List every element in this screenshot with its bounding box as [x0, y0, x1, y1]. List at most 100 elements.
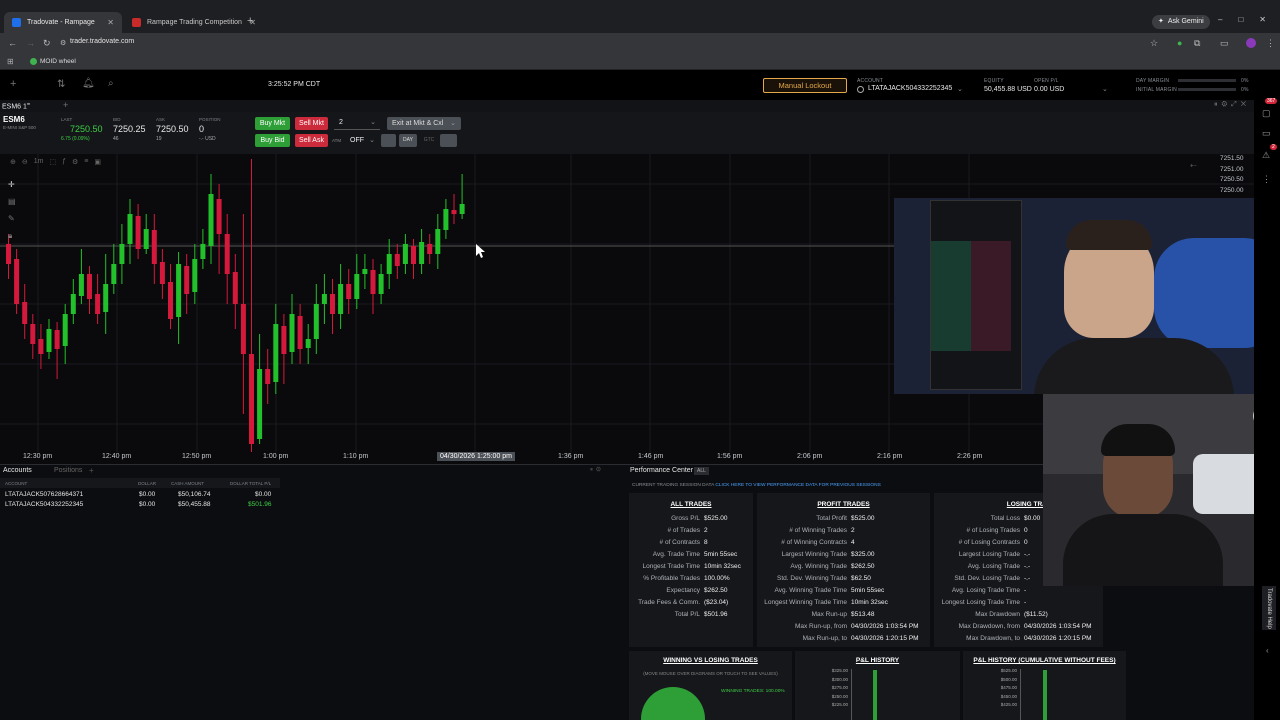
interval-select[interactable]: 1m — [34, 158, 44, 166]
bars-icon[interactable]: ≡ — [84, 158, 88, 166]
exit-at-mkt-cxl-button[interactable]: Exit at Mkt & Cxl ⌄ — [387, 117, 461, 130]
candle-body[interactable] — [103, 284, 109, 312]
col-dollar-total-pl[interactable]: DOLLAR TOTAL P/L — [230, 481, 271, 486]
candle-body[interactable] — [78, 274, 84, 296]
candle-body[interactable] — [176, 264, 182, 317]
bookmark-moid-wheel[interactable]: MOID wheel — [40, 58, 76, 65]
notification-badge[interactable]: 367 — [1265, 98, 1278, 104]
maximize-icon[interactable]: □ — [1238, 15, 1243, 24]
candle-body[interactable] — [119, 244, 125, 264]
candle-body[interactable] — [240, 304, 246, 354]
url-field[interactable]: trader.tradovate.com — [70, 38, 134, 45]
account-cell[interactable]: LTATAJACK507628664371 — [5, 491, 83, 498]
scroll-to-realtime-icon[interactable]: ⇠ — [1190, 161, 1197, 170]
previous-sessions-link[interactable]: CLICK HERE TO VIEW PERFORMANCE DATA FOR … — [715, 483, 880, 488]
candle-body[interactable] — [273, 324, 279, 382]
candle-body[interactable] — [443, 209, 449, 230]
col-dollar[interactable]: DOLLAR — [138, 481, 156, 486]
candle-body[interactable] — [313, 304, 319, 339]
close-icon[interactable]: ✕ — [107, 18, 114, 27]
menu-kebab-icon[interactable]: ⋮ — [1266, 38, 1275, 49]
add-tab-icon[interactable]: + — [63, 100, 68, 110]
candle-body[interactable] — [330, 294, 335, 314]
templates-icon[interactable]: ▣ — [94, 158, 101, 166]
all-badge[interactable]: ALL — [694, 467, 709, 475]
candle-body[interactable] — [216, 199, 222, 234]
minimize-icon[interactable]: – — [1218, 15, 1222, 24]
crosshair-icon[interactable]: ✛ — [8, 180, 16, 189]
apps-grid-icon[interactable]: ⊞ — [7, 57, 14, 66]
zoom-in-icon[interactable]: ⊕ — [10, 158, 16, 166]
layers-icon[interactable]: ⋮ — [1262, 174, 1271, 185]
candle-body[interactable] — [297, 316, 303, 349]
add-tab-icon[interactable]: + — [89, 466, 94, 475]
candle-body[interactable] — [427, 244, 433, 254]
indicators-icon[interactable]: ƒ — [62, 158, 66, 166]
candle-body[interactable] — [111, 264, 117, 284]
bracket-toggle[interactable] — [381, 134, 396, 147]
candle-body[interactable] — [224, 234, 230, 274]
candle-body[interactable] — [451, 210, 457, 214]
candle-body[interactable] — [143, 229, 149, 249]
candle-body[interactable] — [6, 244, 11, 264]
extensions-puzzle-icon[interactable]: ⧉ — [1194, 38, 1200, 49]
symbol[interactable]: ESM6 — [3, 115, 25, 124]
candle-body[interactable] — [38, 339, 44, 354]
buy-bid-button[interactable]: Buy Bid — [255, 134, 290, 147]
tab-performance-center[interactable]: Performance Center — [630, 467, 693, 474]
chevron-left-icon[interactable]: ‹ — [1266, 646, 1269, 655]
zoom-out-icon[interactable]: ⊖ — [22, 158, 28, 166]
bookmark-star-icon[interactable]: ☆ — [1150, 38, 1158, 49]
panel-controls-icon[interactable]: ⏸⚙ — [590, 467, 604, 474]
ask-gemini-button[interactable]: ✦ Ask Gemini — [1152, 15, 1210, 29]
tab-rampage-competition[interactable]: Rampage Trading Competition ✕ — [124, 12, 264, 33]
candle-body[interactable] — [70, 294, 76, 314]
sell-ask-button[interactable]: Sell Ask — [295, 134, 328, 147]
crosshair-select-icon[interactable]: ⬚ — [49, 158, 56, 166]
candle-body[interactable] — [127, 214, 133, 244]
candle-body[interactable] — [386, 254, 392, 274]
manual-lockout-button[interactable]: Manual Lockout — [763, 78, 847, 93]
col-account[interactable]: ACCOUNT — [5, 481, 27, 486]
tab-positions[interactable]: Positions — [54, 467, 82, 474]
tab-tradovate[interactable]: Tradovate - Rampage ✕ — [4, 12, 122, 33]
new-tab-icon[interactable]: + — [247, 15, 253, 27]
candle-body[interactable] — [281, 326, 287, 354]
lock-icon[interactable]: 🔒︎ — [8, 231, 16, 241]
forward-icon[interactable]: → — [26, 38, 35, 48]
candle-body[interactable] — [192, 259, 198, 292]
candle-body[interactable] — [411, 246, 416, 264]
candle-body[interactable] — [208, 194, 214, 246]
candle-body[interactable] — [435, 229, 441, 254]
bell-icon[interactable]: 🔔︎ — [82, 78, 95, 89]
candle-body[interactable] — [184, 266, 190, 294]
col-cash-amount[interactable]: CASH AMOUNT — [171, 481, 204, 486]
candle-body[interactable] — [265, 369, 271, 384]
extension-icon[interactable]: ● — [1177, 38, 1182, 48]
candle-body[interactable] — [135, 216, 141, 249]
candle-body[interactable] — [289, 314, 295, 352]
back-icon[interactable]: ← — [8, 38, 17, 48]
help-tab[interactable]: Tradovate Help — [1262, 586, 1276, 630]
candle-body[interactable] — [249, 354, 254, 444]
split-view-icon[interactable]: ▭ — [1220, 38, 1229, 49]
candle-body[interactable] — [54, 330, 60, 349]
candle-body[interactable] — [232, 272, 238, 304]
close-window-icon[interactable]: ✕ — [1259, 15, 1266, 24]
win-loss-pie[interactable] — [641, 687, 705, 720]
tab-chart-esm6[interactable]: ESM6 1m — [2, 101, 30, 110]
candle-body[interactable] — [14, 259, 20, 304]
atm-select[interactable]: OFF ⌄ — [346, 134, 378, 147]
pl-history-cum-bar[interactable] — [1043, 670, 1047, 720]
alert-icon[interactable]: ⚠ — [1262, 150, 1270, 161]
candle-body[interactable] — [346, 284, 352, 299]
candle-body[interactable] — [257, 369, 263, 439]
candle-body[interactable] — [305, 339, 311, 348]
profile-avatar[interactable] — [1246, 38, 1256, 48]
day-tif-button[interactable]: DAY — [399, 134, 417, 147]
add-module-icon[interactable]: + — [10, 78, 16, 90]
candle-body[interactable] — [370, 270, 376, 294]
account-value[interactable]: LTATAJACK504332252345 — [868, 85, 952, 92]
search-icon[interactable]: ⌕ — [108, 78, 114, 89]
candle-body[interactable] — [62, 314, 68, 346]
